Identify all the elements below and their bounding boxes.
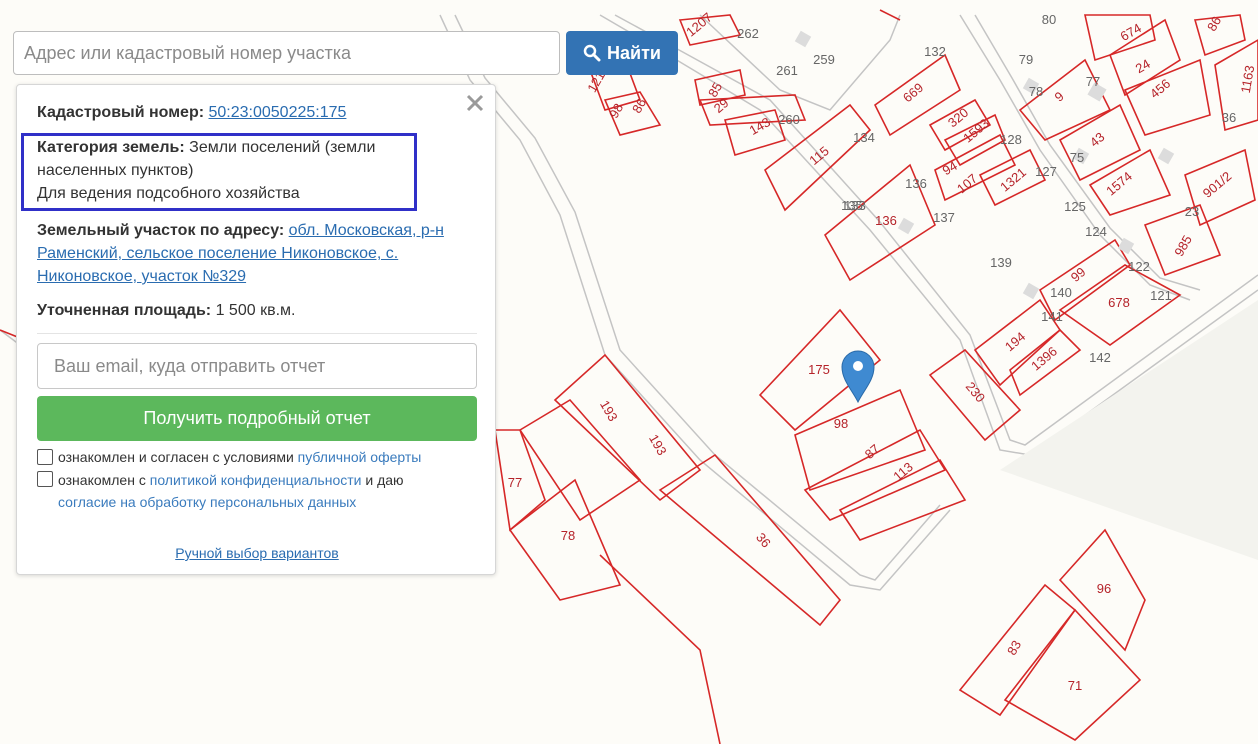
- parcel-label: 139: [990, 255, 1012, 270]
- parcel-label: 80: [1042, 12, 1056, 27]
- land-category-value: Земли поселений (земли: [189, 139, 376, 156]
- area-row: Уточненная площадь: 1 500 кв.м.: [37, 299, 295, 322]
- address-link-line3[interactable]: Никоновское, участок №329: [37, 268, 246, 285]
- parcel-label: 132: [924, 44, 946, 59]
- offer-consent-text: ознакомлен и согласен с условиями публич…: [58, 446, 421, 468]
- parcel-label: 136: [905, 176, 927, 191]
- parcel-label: 143: [747, 114, 773, 138]
- parcel-label: 24: [1133, 56, 1153, 76]
- search-button[interactable]: Найти: [566, 31, 678, 75]
- search-icon: [583, 44, 601, 62]
- parcel-label: 141: [1041, 309, 1063, 324]
- parcel-label: 127: [1035, 164, 1057, 179]
- parcel-label: 77: [508, 475, 522, 490]
- parcel-label: 9: [1052, 88, 1067, 104]
- land-category-label: Категория земель:: [37, 139, 185, 156]
- cadastral-number-link[interactable]: 50:23:0050225:175: [209, 104, 347, 121]
- land-use-value: Для ведения подсобного хозяйства: [37, 185, 300, 202]
- parcel-label: 122: [1128, 259, 1150, 274]
- manual-selection-row: Ручной выбор вариантов: [17, 545, 497, 561]
- parcel-label: 43: [1087, 129, 1108, 150]
- email-field[interactable]: [37, 343, 477, 389]
- parcel-label: 194: [1002, 329, 1028, 354]
- parcel-label: 36: [1222, 110, 1236, 125]
- parcel-label: 901/2: [1200, 168, 1235, 200]
- parcel-label: 107: [954, 171, 980, 196]
- parcel-label: 23: [1185, 204, 1199, 219]
- parcel-label: 262: [737, 26, 759, 41]
- cadastral-number-row: Кадастровый номер: 50:23:0050225:175: [37, 101, 346, 124]
- map-area-shade: [1000, 300, 1258, 560]
- parcel-label: 96: [1097, 581, 1111, 596]
- search-input[interactable]: [13, 31, 560, 75]
- land-category-row: Категория земель: Земли поселений (земли…: [37, 136, 375, 205]
- parcel-label: 75: [1070, 150, 1084, 165]
- manual-selection-link[interactable]: Ручной выбор вариантов: [175, 545, 339, 561]
- land-category-value-cont: населенных пунктов): [37, 162, 194, 179]
- parcel-label: 134: [853, 130, 875, 145]
- parcel-label: 78: [1029, 84, 1043, 99]
- parcel-label: 1163: [1238, 64, 1258, 94]
- privacy-consent-label: ознакомлен с: [58, 472, 150, 488]
- parcel-label: 230: [963, 379, 988, 405]
- parcel-label: 674: [1118, 20, 1144, 44]
- parcel-label: 121: [1150, 288, 1172, 303]
- parcel-label: 1207: [683, 10, 715, 40]
- address-label: Земельный участок по адресу:: [37, 222, 285, 239]
- privacy-consent-text: ознакомлен с политикой конфиденциальност…: [58, 469, 404, 513]
- parcel-label: 124: [1085, 224, 1107, 239]
- parcel-label: 137: [933, 210, 955, 225]
- map-pin-icon[interactable]: [841, 350, 875, 404]
- divider: [37, 333, 477, 334]
- parcel-label: 78: [561, 528, 575, 543]
- parcel-label: 99: [1068, 264, 1089, 285]
- parcel-label: 261: [776, 63, 798, 78]
- parcel-info-panel: Кадастровый номер: 50:23:0050225:175 Кат…: [16, 84, 496, 575]
- area-label: Уточненная площадь:: [37, 302, 212, 319]
- privacy-consent-suffix: и даю: [361, 472, 404, 488]
- offer-consent-checkbox[interactable]: [37, 449, 53, 465]
- parcel-label: 985: [1171, 233, 1195, 259]
- parcel-label: 98: [606, 101, 626, 121]
- data-processing-consent-link[interactable]: согласие на обработку персональных данны…: [58, 494, 356, 510]
- parcel-label: 135: [841, 198, 863, 213]
- parcel-label: 1574: [1103, 169, 1135, 199]
- address-link[interactable]: обл. Московская, р-н: [289, 222, 444, 239]
- parcel-label: 142: [1089, 350, 1111, 365]
- parcel-label: 125: [1064, 199, 1086, 214]
- parcel-label: 113: [890, 459, 916, 484]
- public-offer-link[interactable]: публичной оферты: [298, 449, 422, 465]
- parcel-label: 678: [1108, 295, 1130, 310]
- area-value: 1 500 кв.м.: [215, 302, 296, 319]
- cadastral-number-label: Кадастровый номер:: [37, 104, 205, 121]
- parcel-label: 259: [813, 52, 835, 67]
- parcel-label: 83: [1004, 638, 1024, 658]
- search-button-label: Найти: [607, 42, 661, 63]
- parcel-label: 77: [1086, 74, 1100, 89]
- address-link-line2[interactable]: Раменский, сельское поселение Никоновско…: [37, 245, 398, 262]
- parcel-label: 193: [646, 432, 670, 458]
- offer-consent-label: ознакомлен и согласен с условиями: [58, 449, 298, 465]
- privacy-policy-link[interactable]: политикой конфиденциальности: [150, 472, 362, 488]
- parcel-label: 320: [945, 105, 971, 130]
- parcel-label: 175: [808, 362, 830, 377]
- buildings: [794, 30, 1175, 300]
- parcel-label: 136: [875, 213, 897, 228]
- parcel-label: 260: [778, 112, 800, 127]
- parcel-label: 128: [1000, 132, 1022, 147]
- privacy-consent-checkbox[interactable]: [37, 471, 53, 487]
- parcel-label: 140: [1050, 285, 1072, 300]
- parcel-label: 193: [597, 398, 621, 424]
- parcel-label: 36: [753, 530, 774, 551]
- address-row: Земельный участок по адресу: обл. Москов…: [37, 219, 444, 288]
- close-icon[interactable]: [463, 91, 487, 115]
- parcel-label: 79: [1019, 52, 1033, 67]
- parcel-label: 71: [1068, 678, 1082, 693]
- parcel-label: 86: [629, 96, 649, 116]
- get-report-button[interactable]: Получить подробный отчет: [37, 396, 477, 441]
- parcel-label: 98: [834, 416, 848, 431]
